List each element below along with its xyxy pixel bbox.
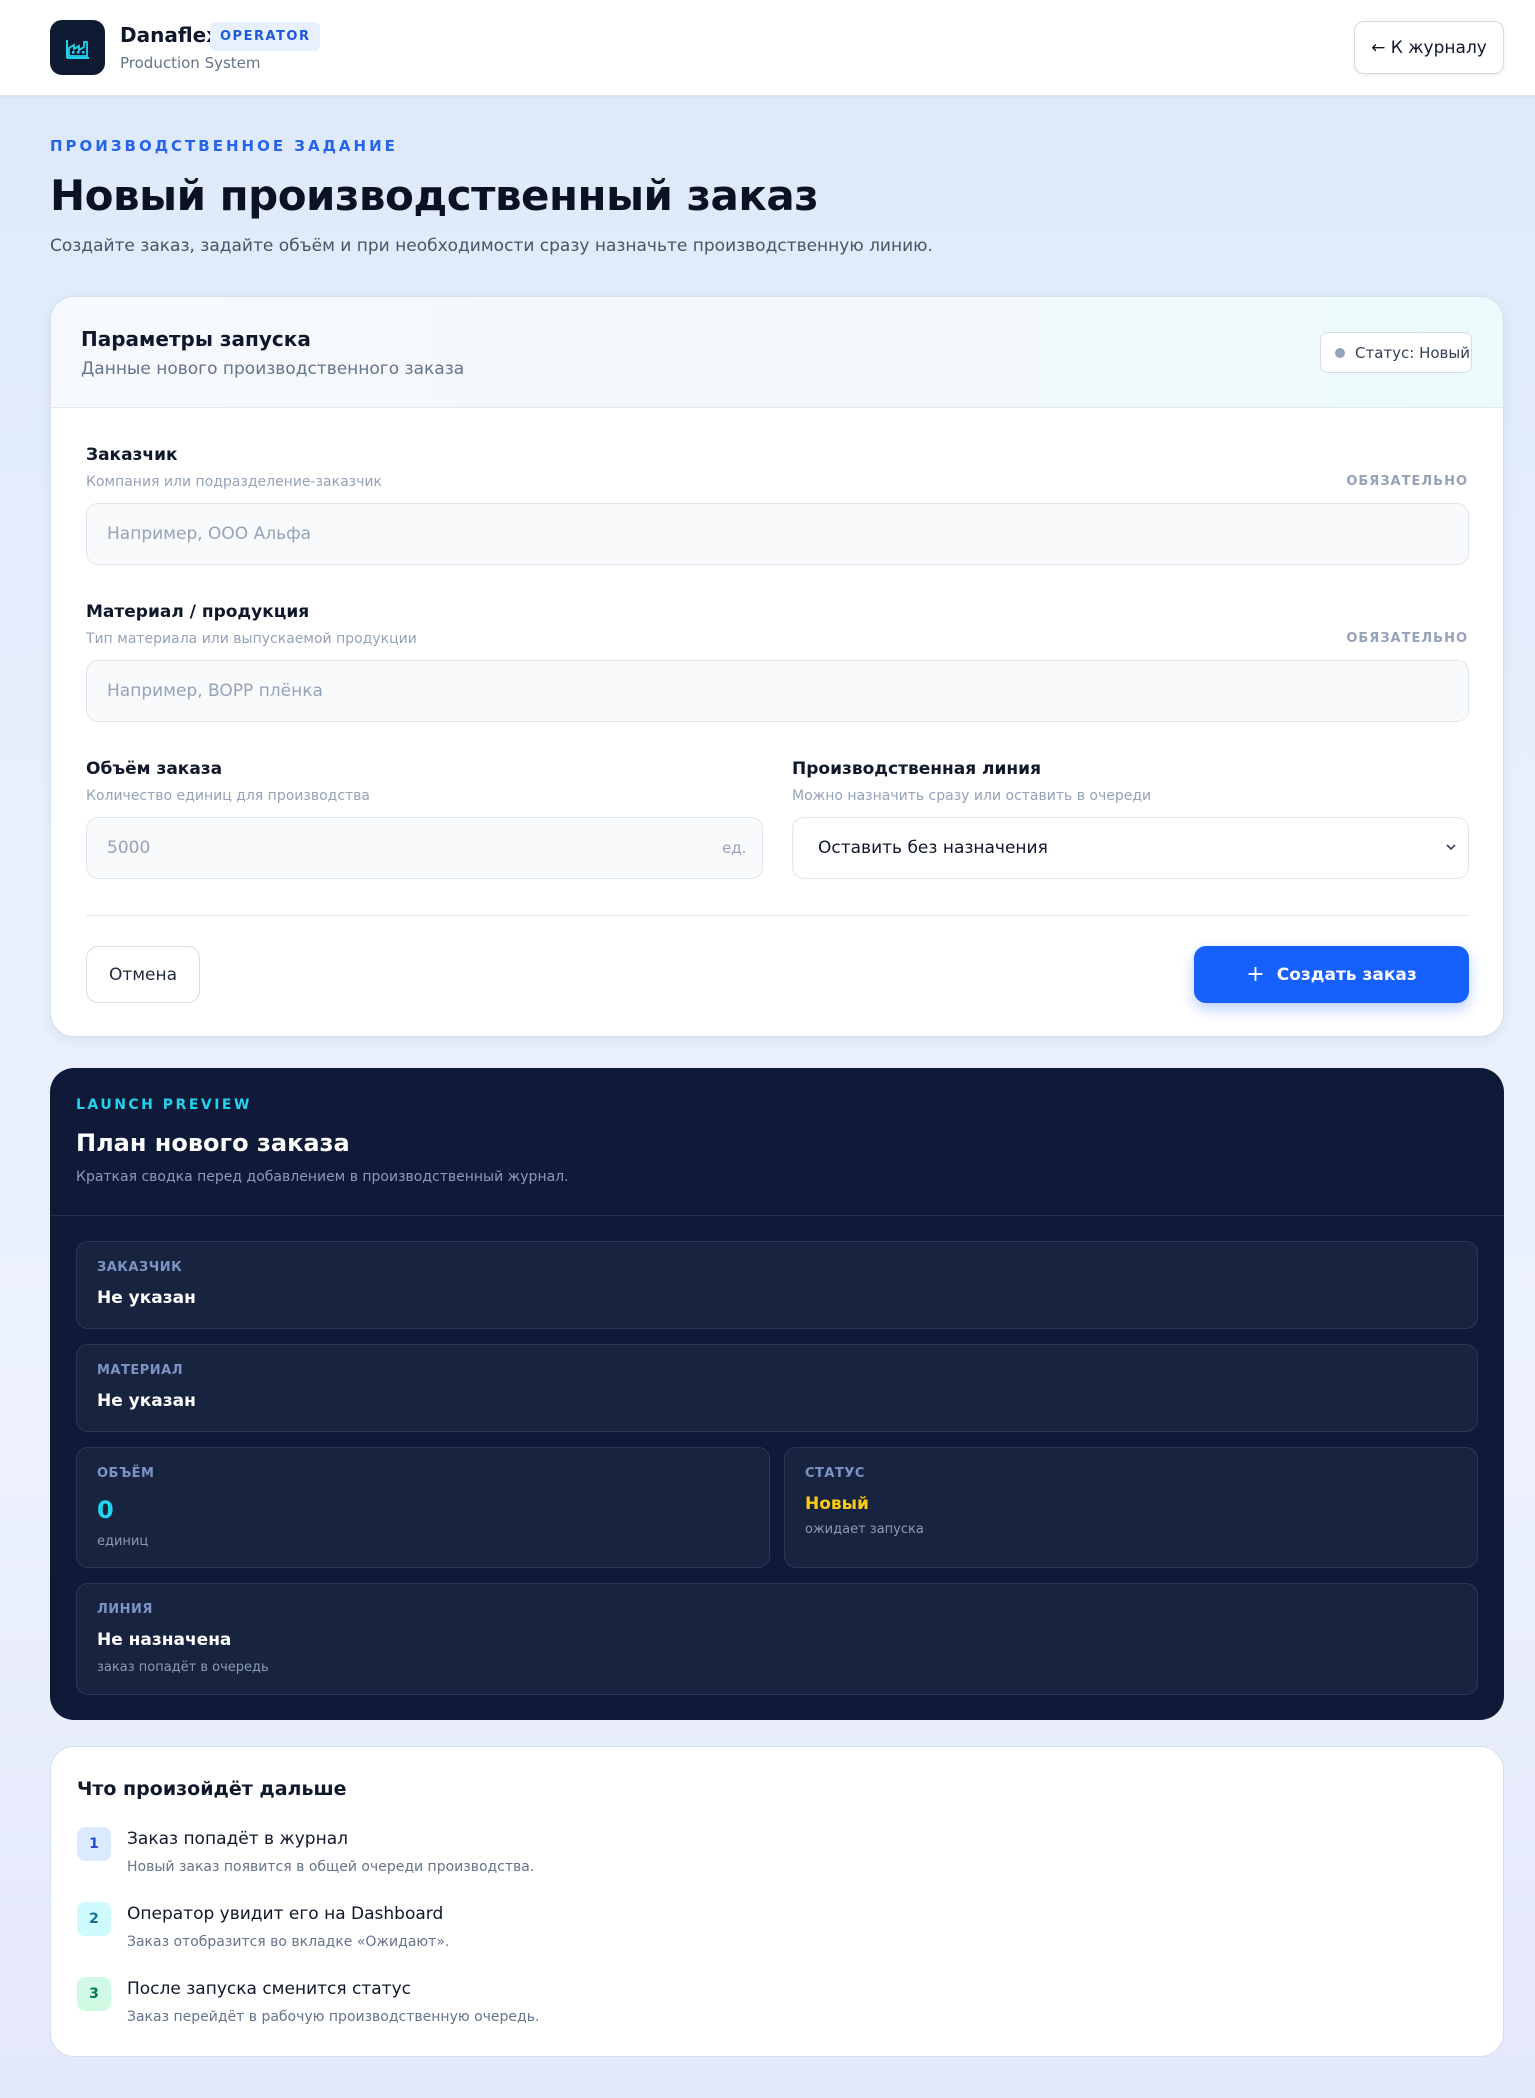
line-select[interactable]: Оставить без назначения	[792, 817, 1469, 879]
preview-material-tile: МАТЕРИАЛ Не указан	[76, 1344, 1478, 1432]
page-title: Новый производственный заказ	[50, 171, 819, 220]
top-bar: Danaflex OPERATOR Production System ← К …	[0, 0, 1535, 96]
preview-customer-value: Не указан	[97, 1288, 196, 1308]
status-badge-label: Статус: Новый	[1355, 343, 1470, 362]
next-steps-card: Что произойдёт дальше 1 Заказ попадёт в …	[50, 1746, 1504, 2057]
preview-status-tile: СТАТУС Новый ожидает запуска	[784, 1447, 1478, 1568]
step-description: Заказ перейдёт в рабочую производственну…	[127, 2009, 540, 2025]
preview-customer-tile: ЗАКАЗЧИК Не указан	[76, 1241, 1478, 1329]
preview-status-label: СТАТУС	[805, 1466, 865, 1481]
preview-line-note: заказ попадёт в очередь	[97, 1660, 269, 1675]
chevron-down-icon	[1446, 840, 1456, 854]
preview-line-label: ЛИНИЯ	[97, 1602, 153, 1617]
preview-volume-note: единиц	[97, 1534, 149, 1549]
create-order-button[interactable]: + Создать заказ	[1194, 946, 1469, 1003]
preview-line-tile: ЛИНИЯ Не назначена заказ попадёт в очере…	[76, 1583, 1478, 1695]
preview-volume-tile: ОБЪЁМ 0 единиц	[76, 1447, 770, 1568]
brand-name: Danaflex	[120, 23, 220, 47]
material-input[interactable]	[86, 660, 1469, 722]
material-required: ОБЯЗАТЕЛЬНО	[1346, 631, 1468, 646]
order-form-card: Параметры запуска Данные нового производ…	[50, 296, 1504, 1037]
plus-icon: +	[1246, 961, 1265, 987]
step-title: Оператор увидит его на Dashboard	[127, 1904, 444, 1924]
material-hint: Тип материала или выпускаемой продукции	[86, 631, 417, 647]
page-kicker: ПРОИЗВОДСТВЕННОЕ ЗАДАНИЕ	[50, 137, 398, 155]
form-title: Параметры запуска	[81, 327, 311, 351]
factory-icon	[50, 20, 105, 75]
step-description: Новый заказ появится в общей очереди про…	[127, 1859, 535, 1875]
step-number-badge: 1	[77, 1827, 111, 1861]
cancel-button[interactable]: Отмена	[86, 946, 200, 1003]
customer-label: Заказчик	[86, 445, 178, 465]
create-order-label: Создать заказ	[1276, 964, 1417, 985]
material-label: Материал / продукция	[86, 602, 310, 622]
preview-header: LAUNCH PREVIEW План нового заказа Кратка…	[50, 1068, 1504, 1216]
form-divider	[86, 915, 1469, 916]
preview-status-note: ожидает запуска	[805, 1522, 924, 1537]
customer-hint: Компания или подразделение-заказчик	[86, 474, 382, 490]
preview-volume-value: 0	[97, 1496, 114, 1524]
step-title: После запуска сменится статус	[127, 1979, 411, 1999]
line-label: Производственная линия	[792, 759, 1041, 779]
preview-volume-label: ОБЪЁМ	[97, 1466, 155, 1481]
form-header: Параметры запуска Данные нового производ…	[51, 297, 1503, 408]
preview-line-value: Не назначена	[97, 1630, 232, 1650]
volume-unit: ед.	[722, 839, 747, 857]
preview-subtitle: Краткая сводка перед добавлением в произ…	[76, 1169, 569, 1185]
back-to-journal-button[interactable]: ← К журналу	[1354, 21, 1504, 74]
brand-subtitle: Production System	[120, 54, 261, 72]
next-steps-title: Что произойдёт дальше	[77, 1778, 347, 1800]
step-number-badge: 3	[77, 1977, 111, 2011]
line-hint: Можно назначить сразу или оставить в оче…	[792, 788, 1152, 804]
preview-customer-label: ЗАКАЗЧИК	[97, 1260, 183, 1275]
customer-input[interactable]	[86, 503, 1469, 565]
volume-hint: Количество единиц для производства	[86, 788, 371, 804]
preview-status-value: Новый	[805, 1494, 869, 1514]
status-badge: Статус: Новый	[1320, 332, 1472, 373]
volume-input[interactable]	[86, 817, 763, 879]
form-subtitle: Данные нового производственного заказа	[81, 359, 465, 379]
customer-required: ОБЯЗАТЕЛЬНО	[1346, 474, 1468, 489]
preview-title: План нового заказа	[76, 1129, 350, 1157]
volume-label: Объём заказа	[86, 759, 223, 779]
step-number-badge: 2	[77, 1902, 111, 1936]
step-description: Заказ отобразится во вкладке «Ожидают».	[127, 1934, 450, 1950]
preview-material-value: Не указан	[97, 1391, 196, 1411]
status-dot-icon	[1335, 347, 1345, 358]
launch-preview-card: LAUNCH PREVIEW План нового заказа Кратка…	[50, 1068, 1504, 1720]
page-description: Создайте заказ, задайте объём и при необ…	[50, 236, 933, 256]
role-badge: OPERATOR	[210, 22, 321, 51]
step-title: Заказ попадёт в журнал	[127, 1829, 348, 1849]
line-select-value: Оставить без назначения	[818, 838, 1048, 858]
preview-kicker: LAUNCH PREVIEW	[76, 1097, 252, 1113]
preview-material-label: МАТЕРИАЛ	[97, 1363, 184, 1378]
